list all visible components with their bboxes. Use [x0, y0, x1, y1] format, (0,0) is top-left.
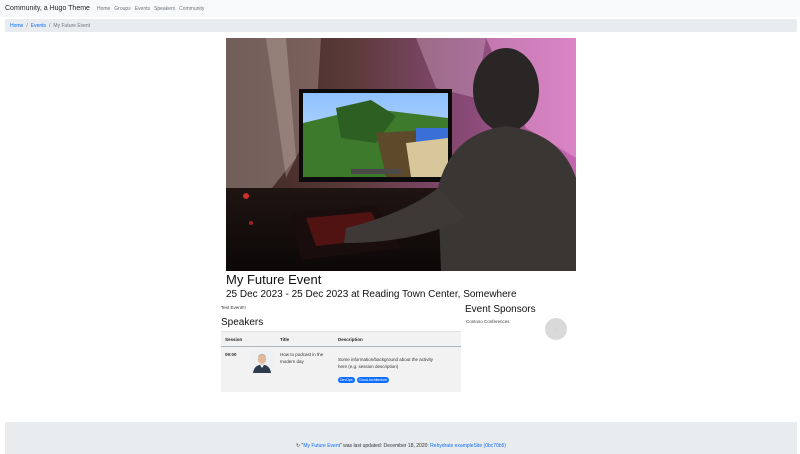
nav-link-events[interactable]: Events [135, 6, 150, 12]
event-date-location: 25 Dec 2023 - 25 Dec 2023 at Reading Tow… [226, 289, 517, 300]
brand-link[interactable]: Community, a Hugo Theme [5, 5, 90, 12]
column-header-session: Session [225, 337, 243, 342]
last-updated-line: ↻ "My Future Event" was last updated: De… [5, 443, 797, 449]
sponsors-heading: Event Sponsors [465, 304, 536, 315]
session-description-line-1: Some information/background about the ac… [338, 357, 434, 362]
session-description-line-2: here (e.g. session description) [338, 364, 399, 369]
nav-link-home[interactable]: Home [97, 6, 110, 12]
session-title-line-1[interactable]: How to podcast in the [280, 351, 323, 358]
column-header-title: Title [280, 337, 290, 342]
session-title-line-2[interactable]: modern day [280, 358, 304, 365]
breadcrumb-separator: / [26, 22, 28, 29]
breadcrumb-home[interactable]: Home [10, 23, 23, 29]
footer-updated-text: " was last updated: December 18, 2020: [340, 443, 431, 449]
breadcrumb: Home / Events / My Future Event [5, 19, 797, 32]
event-description: Test Event!!! [221, 305, 246, 310]
footer-commit-link[interactable]: Rehydrate exampleSite (0bc70b5) [430, 443, 506, 449]
session-tags: DevOps Cloud Architecture [338, 377, 390, 383]
tag-badge-devops[interactable]: DevOps [338, 377, 355, 383]
breadcrumb-events[interactable]: Events [31, 23, 46, 29]
tag-badge-cloud-architecture[interactable]: Cloud Architecture [356, 377, 390, 383]
speakers-heading: Speakers [221, 317, 264, 328]
speaker-portrait [251, 351, 273, 373]
nav-link-community[interactable]: Community [179, 6, 204, 12]
event-title: My Future Event [226, 272, 322, 287]
sessions-table: Session Title Description 09:00 How to p… [221, 331, 461, 392]
event-hero-image [226, 38, 576, 271]
sponsor-logo-mark: — [554, 327, 558, 331]
speaker-avatar[interactable] [251, 351, 273, 373]
column-header-description: Description [338, 337, 363, 342]
session-time: 09:00 [225, 352, 237, 357]
breadcrumb-current: My Future Event [53, 22, 91, 29]
sponsor-name[interactable]: Contoso Conferences [466, 319, 510, 324]
footer: ↻ "My Future Event" was last updated: De… [5, 422, 797, 454]
top-navbar: Community, a Hugo Theme Home Groups Even… [0, 0, 800, 17]
nav-link-groups[interactable]: Groups [114, 6, 130, 12]
history-icon: ↻ [295, 443, 301, 449]
nav-link-speakers[interactable]: Speakers [154, 6, 175, 12]
breadcrumb-separator: / [49, 22, 51, 29]
footer-page-link[interactable]: My Future Event [303, 443, 340, 449]
table-header-divider [221, 346, 461, 347]
sponsor-logo[interactable]: — [545, 318, 567, 340]
gamer-at-computer-illustration [226, 38, 576, 271]
